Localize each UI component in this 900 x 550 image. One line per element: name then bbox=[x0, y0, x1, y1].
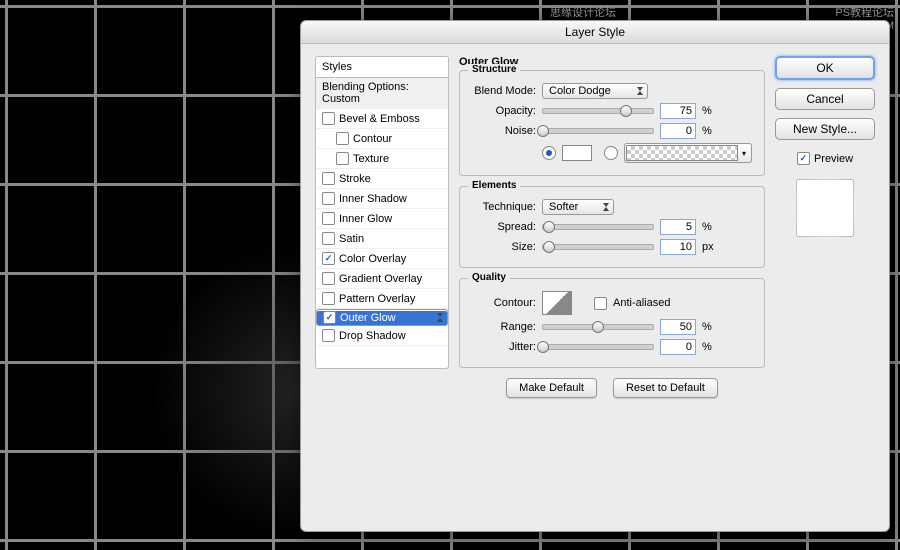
ok-button[interactable]: OK bbox=[775, 56, 875, 80]
spread-input[interactable]: 5 bbox=[660, 219, 696, 235]
style-label: Bevel & Emboss bbox=[339, 113, 420, 125]
style-item-texture[interactable]: Texture bbox=[316, 149, 448, 169]
options-panel: Outer Glow Structure Blend Mode: Color D… bbox=[459, 56, 765, 520]
opacity-label: Opacity: bbox=[470, 105, 536, 117]
styles-sidebar: Styles Blending Options: Custom Bevel & … bbox=[315, 56, 449, 520]
style-item-satin[interactable]: Satin bbox=[316, 229, 448, 249]
style-item-inner-glow[interactable]: Inner Glow bbox=[316, 209, 448, 229]
elements-group: Elements Technique: Softer Spread: 5 % S… bbox=[459, 186, 765, 268]
structure-group: Structure Blend Mode: Color Dodge Opacit… bbox=[459, 70, 765, 176]
style-label: Inner Glow bbox=[339, 213, 392, 225]
style-label: Satin bbox=[339, 233, 364, 245]
preview-swatch bbox=[796, 179, 854, 237]
style-label: Outer Glow bbox=[340, 312, 396, 324]
style-checkbox[interactable] bbox=[323, 311, 336, 324]
range-input[interactable]: 50 bbox=[660, 319, 696, 335]
layer-style-dialog: Layer Style Styles Blending Options: Cus… bbox=[300, 20, 890, 532]
style-label: Stroke bbox=[339, 173, 371, 185]
size-input[interactable]: 10 bbox=[660, 239, 696, 255]
style-checkbox[interactable] bbox=[336, 152, 349, 165]
gradient-radio[interactable] bbox=[604, 146, 618, 160]
range-slider[interactable] bbox=[542, 324, 654, 330]
style-checkbox[interactable] bbox=[336, 132, 349, 145]
solid-color-radio[interactable] bbox=[542, 146, 556, 160]
style-label: Gradient Overlay bbox=[339, 273, 422, 285]
styles-header[interactable]: Styles bbox=[315, 56, 449, 77]
style-checkbox[interactable] bbox=[322, 172, 335, 185]
style-checkbox[interactable] bbox=[322, 252, 335, 265]
reset-default-button[interactable]: Reset to Default bbox=[613, 378, 718, 398]
size-slider[interactable] bbox=[542, 244, 654, 250]
glow-color-swatch[interactable] bbox=[562, 145, 592, 161]
jitter-input[interactable]: 0 bbox=[660, 339, 696, 355]
style-item-gradient-overlay[interactable]: Gradient Overlay bbox=[316, 269, 448, 289]
spread-label: Spread: bbox=[470, 221, 536, 233]
glow-gradient-picker[interactable]: ▾ bbox=[624, 143, 752, 163]
jitter-label: Jitter: bbox=[470, 341, 536, 353]
style-item-pattern-overlay[interactable]: Pattern Overlay bbox=[316, 289, 448, 309]
styles-list: Blending Options: Custom Bevel & Emboss C… bbox=[315, 77, 449, 369]
make-default-button[interactable]: Make Default bbox=[506, 378, 597, 398]
jitter-slider[interactable] bbox=[542, 344, 654, 350]
style-item-contour[interactable]: Contour bbox=[316, 129, 448, 149]
noise-label: Noise: bbox=[470, 125, 536, 137]
preview-label: Preview bbox=[814, 153, 853, 165]
style-item-outer-glow[interactable]: Outer Glow bbox=[316, 309, 448, 326]
cancel-button[interactable]: Cancel bbox=[775, 88, 875, 110]
style-item-inner-shadow[interactable]: Inner Shadow bbox=[316, 189, 448, 209]
watermark-left: 思缘设计论坛 bbox=[550, 4, 616, 20]
style-label: Contour bbox=[353, 133, 392, 145]
action-column: OK Cancel New Style... Preview bbox=[775, 56, 875, 520]
anti-aliased-label: Anti-aliased bbox=[613, 297, 670, 309]
style-label: Color Overlay bbox=[339, 253, 406, 265]
technique-select[interactable]: Softer bbox=[542, 199, 614, 215]
size-label: Size: bbox=[470, 241, 536, 253]
blend-mode-select[interactable]: Color Dodge bbox=[542, 83, 648, 99]
dialog-title: Layer Style bbox=[301, 21, 889, 44]
anti-aliased-checkbox[interactable] bbox=[594, 297, 607, 310]
opacity-slider[interactable] bbox=[542, 108, 654, 114]
style-checkbox[interactable] bbox=[322, 292, 335, 305]
noise-slider[interactable] bbox=[542, 128, 654, 134]
style-label: Drop Shadow bbox=[339, 330, 406, 342]
range-label: Range: bbox=[470, 321, 536, 333]
technique-label: Technique: bbox=[470, 201, 536, 213]
opacity-input[interactable]: 75 bbox=[660, 103, 696, 119]
style-item-drop-shadow[interactable]: Drop Shadow bbox=[316, 326, 448, 346]
style-label: Inner Shadow bbox=[339, 193, 407, 205]
style-checkbox[interactable] bbox=[322, 232, 335, 245]
contour-picker[interactable] bbox=[542, 291, 572, 315]
style-label: Pattern Overlay bbox=[339, 293, 415, 305]
style-checkbox[interactable] bbox=[322, 212, 335, 225]
style-item-bevel-emboss[interactable]: Bevel & Emboss bbox=[316, 109, 448, 129]
new-style-button[interactable]: New Style... bbox=[775, 118, 875, 140]
blending-options[interactable]: Blending Options: Custom bbox=[316, 78, 448, 109]
contour-label: Contour: bbox=[470, 297, 536, 309]
style-item-stroke[interactable]: Stroke bbox=[316, 169, 448, 189]
blend-mode-label: Blend Mode: bbox=[470, 85, 536, 97]
spread-slider[interactable] bbox=[542, 224, 654, 230]
style-label: Texture bbox=[353, 153, 389, 165]
quality-group: Quality Contour: Anti-aliased Range: 50 … bbox=[459, 278, 765, 368]
style-checkbox[interactable] bbox=[322, 272, 335, 285]
style-item-color-overlay[interactable]: Color Overlay bbox=[316, 249, 448, 269]
style-checkbox[interactable] bbox=[322, 329, 335, 342]
style-checkbox[interactable] bbox=[322, 192, 335, 205]
preview-checkbox[interactable] bbox=[797, 152, 810, 165]
style-checkbox[interactable] bbox=[322, 112, 335, 125]
noise-input[interactable]: 0 bbox=[660, 123, 696, 139]
